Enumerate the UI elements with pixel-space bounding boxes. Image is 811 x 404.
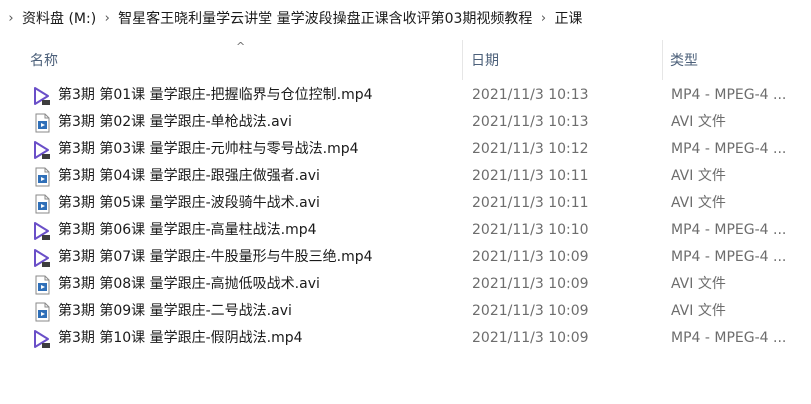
file-type: AVI 文件: [671, 276, 726, 292]
file-type: AVI 文件: [671, 168, 726, 184]
breadcrumb-drive[interactable]: 资料盘 (M:): [20, 8, 98, 28]
file-row[interactable]: 第3期 第04课 量学跟庄-跟强庄做强者.avi 2021/11/3 10:11 A…: [0, 163, 811, 190]
column-header-name[interactable]: 名称: [30, 40, 58, 80]
file-date: 2021/11/3 10:09: [472, 330, 589, 346]
file-row[interactable]: 第3期 第06课 量学跟庄-高量柱战法.mp4 2021/11/3 10:10 MP…: [0, 217, 811, 244]
column-header-date[interactable]: 日期: [471, 40, 499, 80]
video-file-icon: [33, 248, 51, 268]
file-name[interactable]: 第3期 第06课 量学跟庄-高量柱战法.mp4: [58, 217, 317, 244]
avi-file-icon: [33, 113, 51, 133]
file-date: 2021/11/3 10:12: [472, 141, 589, 157]
file-name[interactable]: 第3期 第03课 量学跟庄-元帅柱与零号战法.mp4: [58, 136, 359, 163]
avi-file-icon: [33, 167, 51, 187]
breadcrumb: › 资料盘 (M:) › 智星客王晓利量学云讲堂 量学波段操盘正课含收评第03期…: [0, 0, 811, 36]
file-date: 2021/11/3 10:13: [472, 87, 589, 103]
chevron-right-icon[interactable]: ›: [98, 11, 116, 26]
chevron-right-icon[interactable]: ›: [2, 11, 20, 26]
file-row[interactable]: 第3期 第01课 量学跟庄-把握临界与仓位控制.mp4 2021/11/3 10:…: [0, 82, 811, 109]
column-header-type[interactable]: 类型: [670, 40, 698, 80]
file-row[interactable]: 第3期 第10课 量学跟庄-假阴战法.mp4 2021/11/3 10:09 MP4…: [0, 325, 811, 352]
column-header-bar: ^ 名称 日期 类型: [0, 40, 811, 80]
file-type: AVI 文件: [671, 195, 726, 211]
column-divider[interactable]: [462, 40, 463, 80]
video-file-icon: [33, 329, 51, 349]
file-type: MP4 - MPEG-4 ...: [671, 330, 787, 346]
file-row[interactable]: 第3期 第03课 量学跟庄-元帅柱与零号战法.mp4 2021/11/3 10:1…: [0, 136, 811, 163]
sort-ascending-icon: ^: [236, 40, 246, 53]
file-date: 2021/11/3 10:11: [472, 195, 589, 211]
breadcrumb-current[interactable]: 正课: [552, 8, 584, 28]
file-date: 2021/11/3 10:09: [472, 276, 589, 292]
avi-file-icon: [33, 194, 51, 214]
file-name[interactable]: 第3期 第07课 量学跟庄-牛股量形与牛股三绝.mp4: [58, 244, 373, 271]
file-type: MP4 - MPEG-4 ...: [671, 87, 787, 103]
file-name[interactable]: 第3期 第04课 量学跟庄-跟强庄做强者.avi: [58, 163, 320, 190]
file-row[interactable]: 第3期 第02课 量学跟庄-单枪战法.avi 2021/11/3 10:13 AVI…: [0, 109, 811, 136]
file-row[interactable]: 第3期 第07课 量学跟庄-牛股量形与牛股三绝.mp4 2021/11/3 10:…: [0, 244, 811, 271]
file-name[interactable]: 第3期 第08课 量学跟庄-高抛低吸战术.avi: [58, 271, 320, 298]
breadcrumb-folder[interactable]: 智星客王晓利量学云讲堂 量学波段操盘正课含收评第03期视频教程: [116, 8, 534, 28]
file-date: 2021/11/3 10:13: [472, 114, 589, 130]
column-divider[interactable]: [662, 40, 663, 80]
avi-file-icon: [33, 302, 51, 322]
file-row[interactable]: 第3期 第05课 量学跟庄-波段骑牛战术.avi 2021/11/3 10:11 A…: [0, 190, 811, 217]
avi-file-icon: [33, 275, 51, 295]
video-file-icon: [33, 86, 51, 106]
file-type: MP4 - MPEG-4 ...: [671, 222, 787, 238]
file-name[interactable]: 第3期 第05课 量学跟庄-波段骑牛战术.avi: [58, 190, 320, 217]
file-name[interactable]: 第3期 第01课 量学跟庄-把握临界与仓位控制.mp4: [58, 82, 373, 109]
file-type: AVI 文件: [671, 114, 726, 130]
file-type: MP4 - MPEG-4 ...: [671, 141, 787, 157]
file-date: 2021/11/3 10:10: [472, 222, 589, 238]
file-name[interactable]: 第3期 第02课 量学跟庄-单枪战法.avi: [58, 109, 292, 136]
file-type: AVI 文件: [671, 303, 726, 319]
file-name[interactable]: 第3期 第10课 量学跟庄-假阴战法.mp4: [58, 325, 303, 352]
file-type: MP4 - MPEG-4 ...: [671, 249, 787, 265]
file-row[interactable]: 第3期 第08课 量学跟庄-高抛低吸战术.avi 2021/11/3 10:09 A…: [0, 271, 811, 298]
chevron-right-icon[interactable]: ›: [534, 11, 552, 26]
file-date: 2021/11/3 10:09: [472, 249, 589, 265]
video-file-icon: [33, 140, 51, 160]
file-date: 2021/11/3 10:09: [472, 303, 589, 319]
file-date: 2021/11/3 10:11: [472, 168, 589, 184]
file-name[interactable]: 第3期 第09课 量学跟庄-二号战法.avi: [58, 298, 292, 325]
video-file-icon: [33, 221, 51, 241]
file-row[interactable]: 第3期 第09课 量学跟庄-二号战法.avi 2021/11/3 10:09 AVI…: [0, 298, 811, 325]
